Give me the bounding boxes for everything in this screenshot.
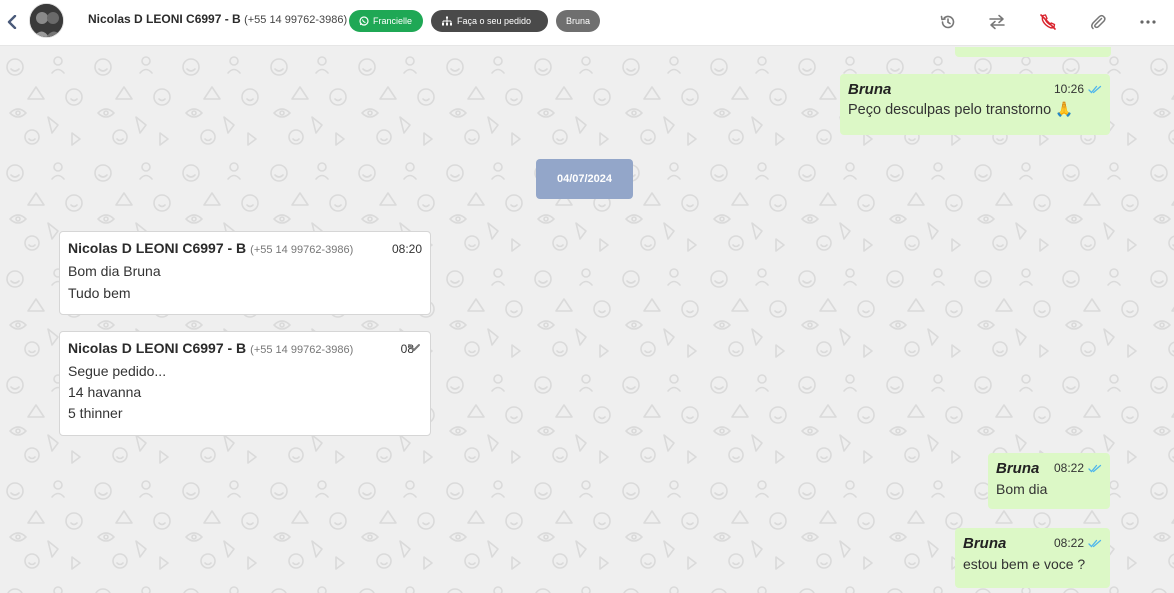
read-ticks-icon (1088, 85, 1102, 93)
sender-name: Bruna (996, 459, 1040, 477)
sender-name: Nicolas D LEONI C6997 - B (68, 340, 247, 356)
chat-area[interactable]: Bruna 10:26 Peço desculpas pelo transtor… (0, 47, 1174, 593)
message-bubble-outgoing[interactable]: Bruna 08:22 Bom dia (988, 453, 1110, 509)
transfer-button[interactable] (986, 11, 1008, 33)
end-call-button[interactable] (1037, 11, 1059, 33)
message-time: 08:22 (1053, 461, 1084, 475)
chip-label: Bruna (566, 16, 591, 26)
more-options-button[interactable] (1137, 11, 1159, 33)
message-line: Segue pedido... (68, 363, 167, 379)
sitemap-icon (442, 16, 452, 26)
history-button[interactable] (937, 11, 959, 33)
flow-chip[interactable]: Faça o seu pedido (431, 10, 548, 32)
read-ticks-icon (1088, 539, 1102, 547)
message-line: 5 thinner (68, 405, 123, 421)
chip-label: Francielle (373, 16, 413, 26)
whatsapp-icon (359, 16, 369, 26)
message-line: 14 havanna (68, 384, 142, 400)
message-text: Bom dia (996, 481, 1048, 497)
chevron-left-icon (7, 15, 17, 29)
sender-phone: (+55 14 99762-3986) (250, 244, 354, 256)
agent-chip-francielle[interactable]: Francielle (349, 10, 423, 32)
end-call-icon (1040, 14, 1056, 30)
date-separator: 04/07/2024 (536, 159, 633, 199)
message-time: 08:22 (1053, 536, 1084, 550)
chip-label: Faça o seu pedido (457, 16, 532, 26)
message-text: estou bem e voce ? (963, 556, 1086, 572)
chevron-down-icon (408, 344, 420, 351)
contact-phone: (+55 14 99762-3986) (244, 14, 348, 26)
message-bubble-partial (955, 47, 1111, 57)
sender-name: Bruna (848, 80, 892, 98)
message-bubble-incoming[interactable]: Nicolas D LEONI C6997 - B (+55 14 99762-3… (59, 231, 431, 315)
message-time: 10:26 (1053, 82, 1084, 96)
transfer-icon (989, 14, 1005, 30)
attach-button[interactable] (1087, 11, 1109, 33)
message-time: 08:20 (391, 242, 422, 256)
sender-phone: (+55 14 99762-3986) (250, 344, 354, 356)
more-icon (1140, 20, 1156, 24)
contact-name: Nicolas D LEONI C6997 - B (88, 12, 241, 26)
attachment-icon (1091, 14, 1106, 30)
history-icon (940, 15, 955, 29)
message-bubble-incoming[interactable]: Nicolas D LEONI C6997 - B (+55 14 99762-3… (59, 331, 431, 436)
contact-title: Nicolas D LEONI C6997 - B (+55 14 99762-… (88, 12, 347, 26)
message-bubble-outgoing[interactable]: Bruna 10:26 Peço desculpas pelo transtor… (840, 74, 1110, 135)
message-bubble-outgoing[interactable]: Bruna 08:22 estou bem e voce ? (955, 528, 1110, 588)
contact-avatar[interactable] (29, 3, 64, 38)
message-line: Bom dia Bruna (68, 263, 161, 279)
message-text: Peço desculpas pelo transtorno 🙏 (848, 102, 1074, 118)
chat-header: Nicolas D LEONI C6997 - B (+55 14 99762-… (0, 0, 1174, 46)
back-button[interactable] (4, 12, 20, 32)
message-line: Tudo bem (68, 285, 131, 301)
sender-name: Bruna (963, 534, 1007, 552)
message-options-button[interactable] (407, 340, 421, 358)
read-ticks-icon (1088, 464, 1102, 472)
agent-chip-bruna[interactable]: Bruna (556, 10, 600, 32)
sender-name: Nicolas D LEONI C6997 - B (68, 240, 247, 256)
